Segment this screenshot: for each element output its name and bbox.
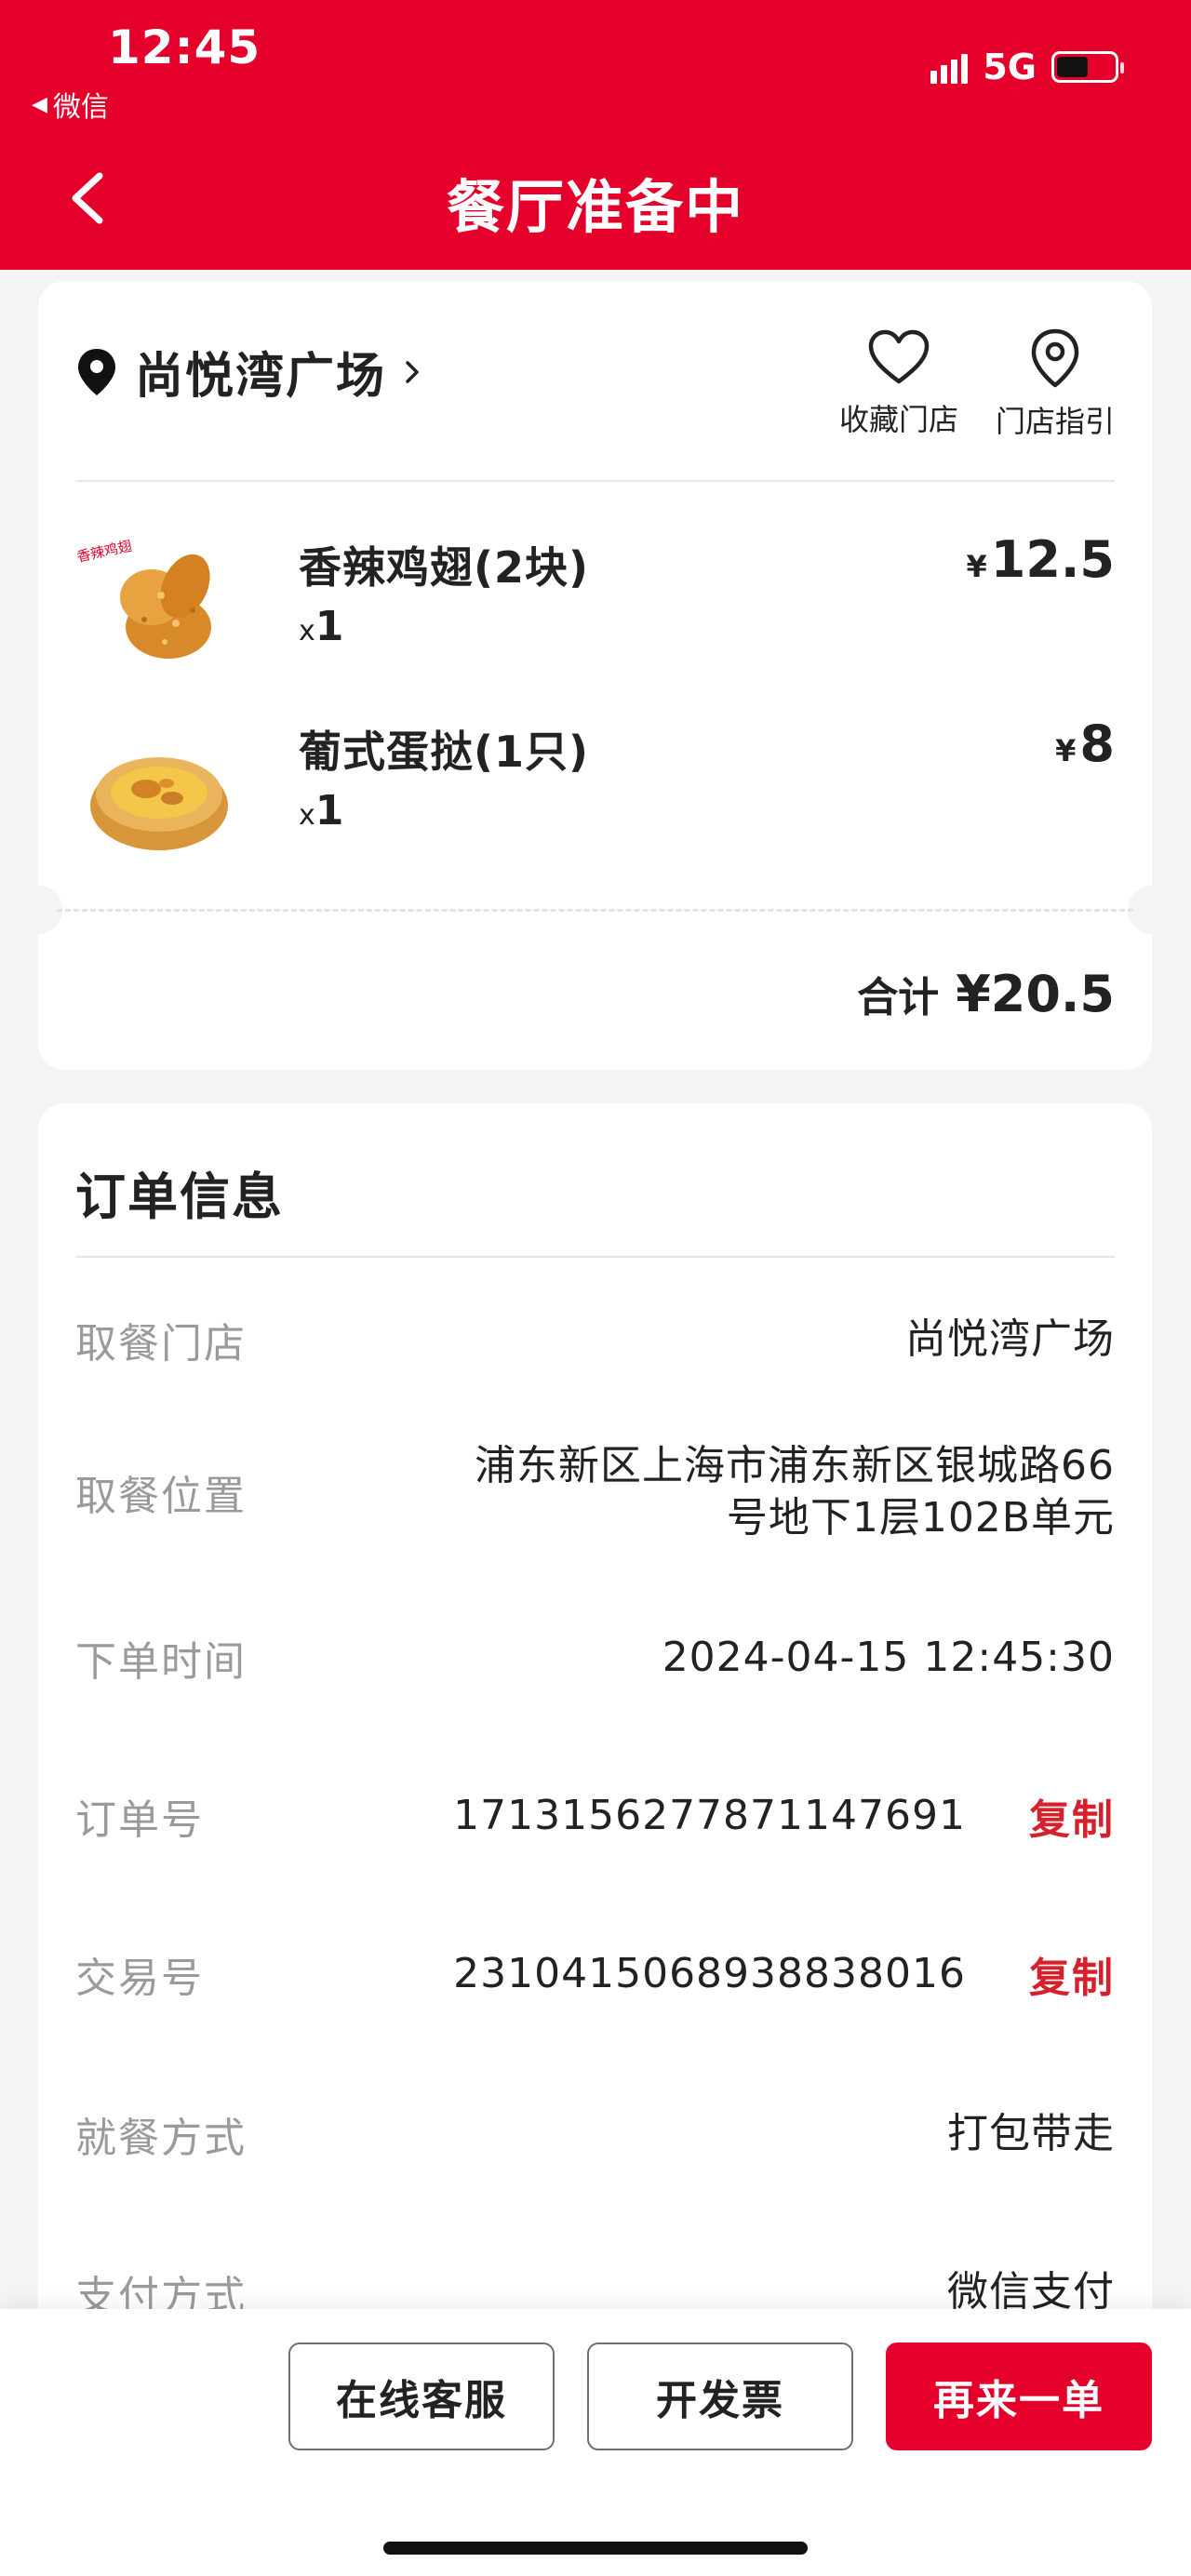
order-number-value: 1713156277871147691 — [453, 1792, 966, 1839]
back-to-wechat[interactable]: ◀ 微信 — [32, 84, 109, 125]
quantity-prefix: x — [299, 799, 315, 832]
quantity-value: 1 — [314, 787, 344, 834]
total-label: 合计 — [857, 974, 940, 1021]
info-label: 取餐门店 — [75, 1320, 247, 1368]
store-link[interactable]: 尚悦湾广场 — [75, 337, 422, 407]
info-label: 就餐方式 — [75, 2115, 247, 2162]
store-actions: 收藏门店 门店指引 — [839, 327, 1115, 441]
dashed-separator — [57, 909, 1133, 912]
quantity-value: 1 — [314, 603, 344, 650]
app-header: 12:45 ◀ 微信 5G 餐厅准备中 — [0, 0, 1191, 270]
product-name: 葡式蛋挞(1只) — [299, 727, 590, 777]
address-line-2: 号地下1层102B单元 — [726, 1494, 1115, 1542]
info-label: 取餐位置 — [75, 1473, 247, 1520]
price-value: 12.5 — [990, 530, 1115, 589]
back-triangle-icon: ◀ — [32, 92, 47, 116]
info-row-order-number: 订单号 1713156277871147691 复制 — [75, 1786, 1115, 1846]
quantity-prefix: x — [299, 615, 315, 647]
product-price: ¥12.5 — [967, 530, 1116, 589]
location-pin-icon — [1031, 328, 1079, 388]
divider — [75, 1256, 1115, 1258]
info-value-group: 2310415068938838016 复制 — [453, 1944, 1115, 2004]
product-row: 葡式蛋挞(1只) x1 ¥8 — [75, 714, 1115, 863]
ticket-notch-left — [14, 886, 62, 934]
order-items-card: 尚悦湾广场 收藏门店 门店指引 香辣鸡翅 香辣鸡翅(2块) x1 ¥12.5 葡… — [14, 281, 1176, 1070]
reorder-button[interactable]: 再来一单 — [886, 2342, 1152, 2450]
product-quantity: x1 — [299, 787, 343, 834]
chevron-right-icon — [406, 360, 419, 383]
order-info-title: 订单信息 — [75, 1168, 284, 1226]
svg-text:香辣鸡翅: 香辣鸡翅 — [75, 538, 133, 566]
product-quantity: x1 — [299, 603, 343, 650]
chicken-wings-image: 香辣鸡翅 — [75, 538, 211, 659]
status-time: 12:45 — [108, 20, 261, 74]
info-value: 打包带走 — [947, 2110, 1115, 2157]
address-line-1: 浦东新区上海市浦东新区银城路66 — [475, 1442, 1115, 1489]
info-label: 下单时间 — [75, 1638, 247, 1686]
back-app-label: 微信 — [52, 91, 109, 124]
info-label: 交易号 — [75, 1955, 204, 2002]
info-row-transaction-number: 交易号 2310415068938838016 复制 — [75, 1944, 1115, 2004]
info-row-dining-mode: 就餐方式 打包带走 — [75, 2104, 1115, 2164]
network-label: 5G — [983, 47, 1037, 87]
product-row: 香辣鸡翅 香辣鸡翅(2块) x1 ¥12.5 — [75, 530, 1115, 679]
customer-service-button[interactable]: 在线客服 — [288, 2342, 555, 2450]
info-row-pickup-location: 取餐位置 浦东新区上海市浦东新区银城路66 号地下1层102B单元 — [75, 1440, 1115, 1544]
total-amount: ¥20.5 — [956, 965, 1115, 1023]
favorite-store-button[interactable]: 收藏门店 — [839, 327, 958, 441]
ticket-notch-right — [1128, 886, 1176, 934]
info-value: 浦东新区上海市浦东新区银城路66 号地下1层102B单元 — [475, 1440, 1115, 1544]
copy-transaction-number-button[interactable]: 复制 — [1029, 1944, 1115, 2004]
store-guide-label: 门店指引 — [995, 404, 1115, 439]
price-value: 8 — [1079, 714, 1115, 773]
product-price: ¥8 — [1055, 714, 1115, 773]
home-indicator[interactable] — [383, 2542, 808, 2555]
transaction-number-value: 2310415068938838016 — [453, 1950, 966, 1997]
copy-order-number-button[interactable]: 复制 — [1029, 1786, 1115, 1846]
battery-icon — [1051, 51, 1124, 83]
divider — [75, 480, 1115, 482]
order-info-card: 订单信息 取餐门店 尚悦湾广场 取餐位置 浦东新区上海市浦东新区银城路66 号地… — [38, 1103, 1152, 2406]
favorite-store-label: 收藏门店 — [838, 402, 958, 437]
info-row-order-time: 下单时间 2024-04-15 12:45:30 — [75, 1628, 1115, 1688]
invoice-button[interactable]: 开发票 — [587, 2342, 853, 2450]
signal-icon — [930, 50, 969, 84]
store-name: 尚悦湾广场 — [135, 349, 387, 405]
info-value: 2024-04-15 12:45:30 — [662, 1634, 1115, 1681]
info-value: 尚悦湾广场 — [905, 1315, 1115, 1363]
currency-symbol: ¥ — [1055, 733, 1077, 768]
location-icon — [78, 348, 115, 395]
page-title: 餐厅准备中 — [446, 173, 744, 241]
product-name: 香辣鸡翅(2块) — [299, 542, 590, 593]
egg-tart-image — [90, 757, 228, 850]
battery-fill — [1057, 57, 1088, 77]
heart-icon — [868, 329, 930, 384]
status-indicators: 5G — [930, 47, 1124, 87]
bottom-action-bar: 在线客服 开发票 再来一单 — [0, 2309, 1191, 2576]
info-label: 订单号 — [75, 1796, 204, 1844]
order-total: 合计 ¥20.5 — [857, 964, 1115, 1023]
store-guide-button[interactable]: 门店指引 — [996, 327, 1115, 441]
info-value-group: 1713156277871147691 复制 — [453, 1786, 1115, 1846]
currency-symbol: ¥ — [966, 549, 987, 584]
info-row-pickup-store: 取餐门店 尚悦湾广场 — [75, 1310, 1115, 1369]
